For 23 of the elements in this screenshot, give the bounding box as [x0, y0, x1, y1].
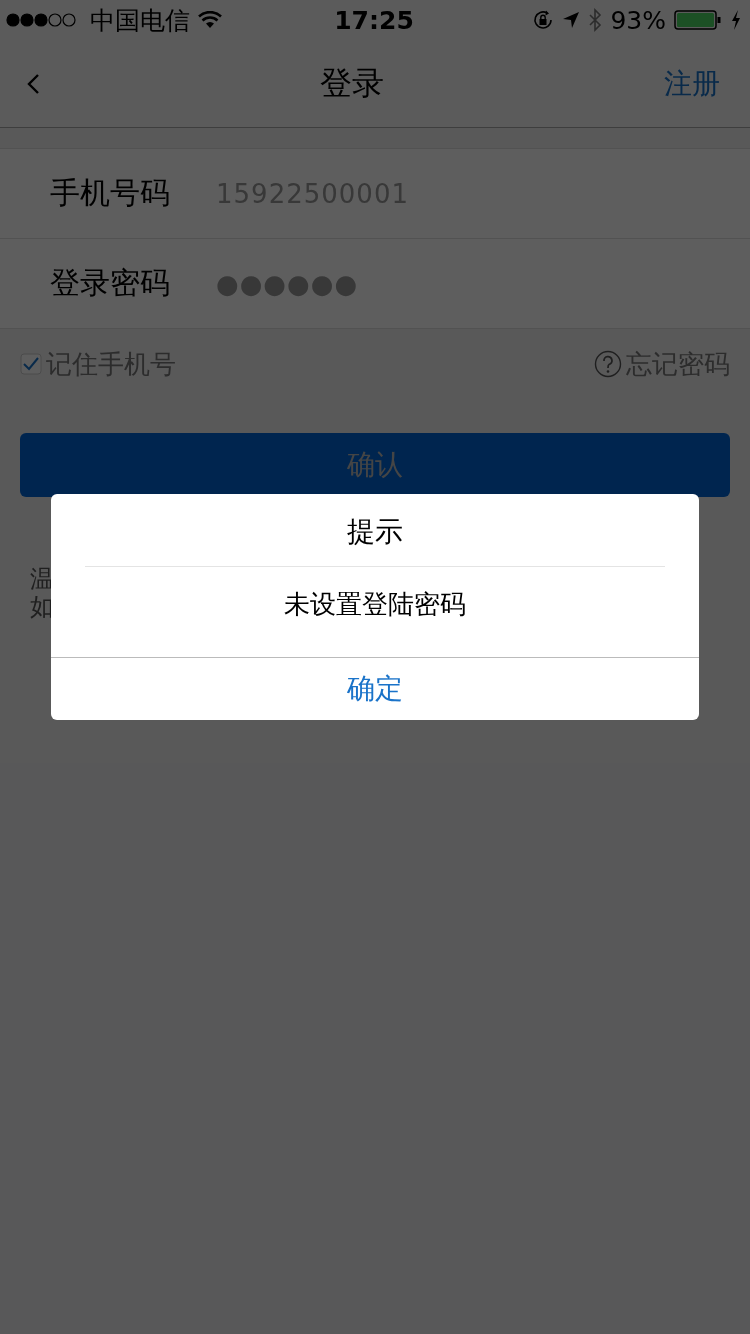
ok-button[interactable]: 确定 — [51, 657, 699, 720]
field-label: 登录密码 — [50, 264, 171, 302]
back-icon[interactable] — [26, 72, 40, 95]
clock-time: 17:25 — [334, 5, 414, 35]
bluetooth-icon — [588, 8, 603, 32]
rotation-lock-icon — [532, 9, 555, 31]
input-field[interactable]: ●●●●●● — [216, 268, 359, 299]
battery-icon — [674, 9, 722, 31]
tip-text: 温 — [30, 565, 54, 593]
wifi-icon — [198, 11, 222, 29]
charging-bolt-icon — [730, 9, 742, 31]
register-link[interactable]: 注册 — [664, 64, 720, 103]
signal-icon — [6, 13, 78, 27]
dialog-title: 提示 — [347, 514, 403, 550]
field-label: 手机号码 — [50, 174, 171, 212]
help-icon — [594, 350, 622, 378]
dialog-message: 未设置登陆密码 — [284, 588, 466, 621]
carrier-name: 中国电信 — [90, 4, 190, 37]
battery-percent: 93% — [610, 5, 666, 35]
checkbox[interactable] — [20, 353, 42, 375]
page-title: 登录 — [320, 62, 384, 104]
location-arrow-icon — [562, 11, 581, 29]
confirm-button[interactable]: 确认 — [20, 433, 730, 497]
